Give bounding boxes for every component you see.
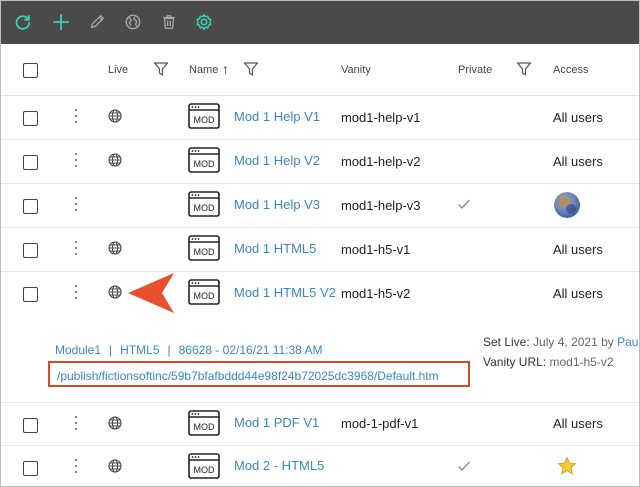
module-name-link[interactable]: Mod 1 Help V3 — [234, 197, 320, 212]
table-row-expanded[interactable]: MOD Mod 1 HTML5 V2 mod1-h5-v2 All users — [1, 272, 639, 316]
live-filter-icon[interactable] — [153, 61, 169, 77]
header-access[interactable]: Access — [553, 64, 588, 76]
build-info-line: Module1 | HTML5 | 86628 - 02/16/21 11:38 AM — [55, 343, 323, 357]
live-globe-icon — [108, 153, 122, 167]
mod-file-icon: MOD — [188, 103, 220, 129]
table-header: Live Name ↑ Vanity Private Access — [1, 45, 639, 96]
module-name-link[interactable]: Mod 1 HTML5 V2 — [234, 285, 336, 300]
vanity-cell: mod1-help-v2 — [341, 154, 421, 169]
set-live-info: Set Live: July 4, 2021 by Pau — [483, 335, 638, 349]
table-row[interactable]: MOD Mod 1 Help V1 mod1-help-v1 All users — [1, 96, 639, 140]
access-cell: All users — [553, 242, 603, 257]
publish-globe-icon[interactable] — [123, 12, 143, 32]
published-url-link[interactable]: /publish/fictionsoftinc/59b7bfafbddd44e9… — [57, 369, 439, 383]
header-private[interactable]: Private — [458, 64, 492, 76]
table-row[interactable]: MOD Mod 1 PDF V1 mod-1-pdf-v1 All users — [1, 403, 639, 446]
private-filter-icon[interactable] — [516, 61, 532, 77]
access-cell: All users — [553, 154, 603, 169]
module-name-link[interactable]: Mod 1 Help V1 — [234, 109, 320, 124]
separator: | — [109, 343, 113, 357]
vanity-url-info: Vanity URL: mod1-h5-v2 — [483, 355, 614, 369]
row-menu-kebab-icon[interactable] — [73, 241, 79, 257]
access-cell: All users — [553, 110, 603, 125]
row-menu-kebab-icon[interactable] — [73, 197, 79, 213]
module-name-link[interactable]: Mod 2 - HTML5 — [234, 458, 324, 473]
window: Live Name ↑ Vanity Private Access MOD Mo… — [0, 0, 640, 487]
star-icon — [557, 456, 577, 475]
toolbar — [1, 1, 639, 44]
mod-file-icon: MOD — [188, 453, 220, 479]
row-checkbox[interactable] — [23, 418, 38, 433]
target-link[interactable]: HTML5 — [120, 343, 159, 357]
row-checkbox[interactable] — [23, 243, 38, 258]
row-detail-panel: Module1 | HTML5 | 86628 - 02/16/21 11:38 AM … — [1, 317, 639, 403]
header-live[interactable]: Live — [108, 64, 128, 76]
mod-icon-label: MOD — [194, 422, 215, 432]
set-live-label: Set Live: — [483, 335, 530, 349]
mod-file-icon: MOD — [188, 147, 220, 173]
trash-icon[interactable] — [159, 12, 179, 32]
row-checkbox[interactable] — [23, 111, 38, 126]
vanity-url-label: Vanity URL: — [483, 355, 547, 369]
sort-ascending-icon[interactable]: ↑ — [222, 61, 229, 77]
table-row[interactable]: MOD Mod 2 - HTML5 — [1, 446, 639, 486]
vanity-url-value: mod1-h5-v2 — [549, 355, 614, 369]
private-check-icon — [458, 461, 470, 471]
edit-pencil-icon[interactable] — [87, 12, 107, 32]
mod-icon-label: MOD — [194, 203, 215, 213]
live-globe-icon — [108, 109, 122, 123]
row-menu-kebab-icon[interactable] — [73, 459, 79, 475]
access-cell: All users — [553, 416, 603, 431]
live-globe-icon — [108, 285, 122, 299]
mod-icon-label: MOD — [194, 159, 215, 169]
access-cell: All users — [553, 286, 603, 301]
vanity-cell: mod1-help-v1 — [341, 110, 421, 125]
vanity-cell: mod-1-pdf-v1 — [341, 416, 419, 431]
vanity-cell: mod1-help-v3 — [341, 198, 421, 213]
row-menu-kebab-icon[interactable] — [73, 109, 79, 125]
row-checkbox[interactable] — [23, 461, 38, 476]
vanity-cell: mod1-h5-v1 — [341, 242, 411, 257]
mod-icon-label: MOD — [194, 247, 215, 257]
row-menu-kebab-icon[interactable] — [73, 153, 79, 169]
module-name-link[interactable]: Mod 1 PDF V1 — [234, 415, 319, 430]
header-name[interactable]: Name — [189, 64, 218, 76]
callout-arrow-icon — [128, 273, 174, 313]
mod-file-icon: MOD — [188, 235, 220, 261]
header-vanity[interactable]: Vanity — [341, 64, 371, 76]
select-all-checkbox[interactable] — [23, 63, 38, 78]
table-row[interactable]: MOD Mod 1 Help V3 mod1-help-v3 — [1, 184, 639, 228]
row-checkbox[interactable] — [23, 199, 38, 214]
table-row[interactable]: MOD Mod 1 HTML5 mod1-h5-v1 All users — [1, 228, 639, 272]
live-globe-icon — [108, 459, 122, 473]
table-row[interactable]: MOD Mod 1 Help V2 mod1-help-v2 All users — [1, 140, 639, 184]
mod-icon-label: MOD — [194, 291, 215, 301]
set-live-value: July 4, 2021 by — [533, 335, 614, 349]
add-icon[interactable] — [51, 12, 71, 32]
avatar[interactable] — [554, 192, 580, 218]
set-live-user-link[interactable]: Pau — [617, 335, 638, 349]
mod-file-icon: MOD — [188, 410, 220, 436]
module-name-link[interactable]: Mod 1 Help V2 — [234, 153, 320, 168]
row-checkbox[interactable] — [23, 155, 38, 170]
private-check-icon — [458, 199, 470, 209]
live-globe-icon — [108, 241, 122, 255]
row-menu-kebab-icon[interactable] — [73, 285, 79, 301]
mod-file-icon: MOD — [188, 191, 220, 217]
separator: | — [167, 343, 171, 357]
mod-icon-label: MOD — [194, 115, 215, 125]
settings-gear-icon[interactable] — [194, 12, 214, 32]
vanity-cell: mod1-h5-v2 — [341, 286, 411, 301]
row-menu-kebab-icon[interactable] — [73, 416, 79, 432]
build-link[interactable]: 86628 - 02/16/21 11:38 AM — [179, 343, 323, 357]
refresh-icon[interactable] — [13, 12, 33, 32]
mod-file-icon: MOD — [188, 279, 220, 305]
project-link[interactable]: Module1 — [55, 343, 101, 357]
mod-icon-label: MOD — [194, 465, 215, 475]
row-checkbox[interactable] — [23, 287, 38, 302]
name-filter-icon[interactable] — [243, 61, 259, 77]
live-globe-icon — [108, 416, 122, 430]
module-name-link[interactable]: Mod 1 HTML5 — [234, 241, 316, 256]
